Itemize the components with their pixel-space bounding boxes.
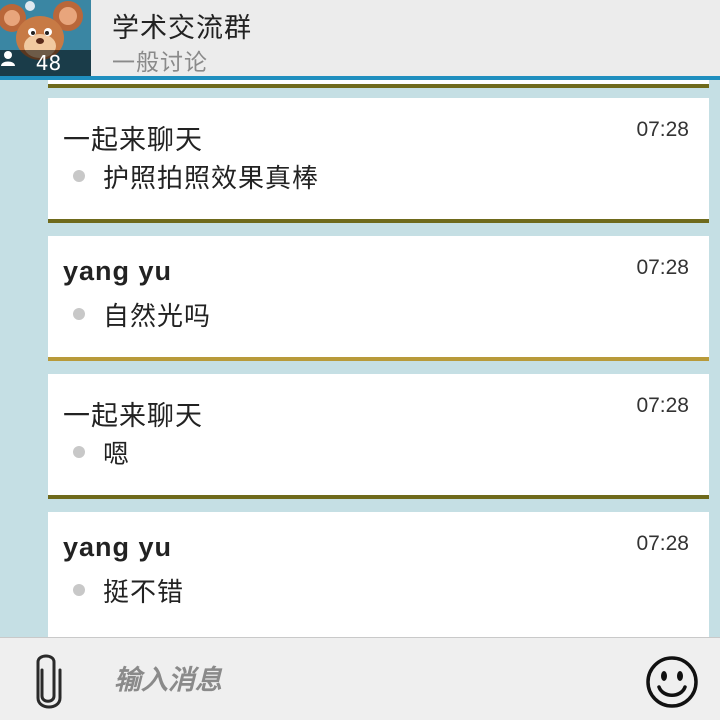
message-time: 07:28 <box>636 256 689 279</box>
group-avatar[interactable]: 48 <box>0 0 91 76</box>
message-card[interactable]: 一起来聊天 07:28 护照拍照效果真棒 <box>48 98 709 223</box>
message-time: 07:28 <box>636 532 689 555</box>
message-sender: yang yu <box>63 256 173 286</box>
member-count: 48 <box>35 51 62 75</box>
group-title[interactable]: 学术交流群 <box>112 6 252 45</box>
message-text: 护照拍照效果真棒 <box>103 164 320 194</box>
member-count-badge: 48 <box>0 50 91 76</box>
chat-header: 48 学术交流群 一般讨论 <box>0 0 720 76</box>
message-text: 嗯 <box>103 440 131 470</box>
previous-message-stub <box>48 80 709 88</box>
message-status-dot-icon <box>73 170 85 182</box>
smiley-icon <box>646 656 698 708</box>
message-sender: 一起来聊天 <box>63 125 203 156</box>
message-list[interactable]: 一起来聊天 07:28 护照拍照效果真棒 yang yu 07:28 自然光吗 … <box>48 80 709 637</box>
message-text: 挺不错 <box>103 578 185 608</box>
message-time: 07:28 <box>636 394 689 417</box>
message-sender: yang yu <box>63 532 173 562</box>
message-status-dot-icon <box>73 308 85 320</box>
message-time: 07:28 <box>636 118 689 141</box>
message-composer <box>0 637 720 720</box>
message-card[interactable]: 一起来聊天 07:28 嗯 <box>48 374 709 499</box>
message-text: 自然光吗 <box>103 302 212 332</box>
message-card[interactable]: yang yu 07:28 挺不错 <box>48 512 709 637</box>
message-sender: 一起来聊天 <box>63 401 203 432</box>
message-input[interactable] <box>100 652 620 708</box>
emoji-button[interactable] <box>644 654 700 710</box>
message-status-dot-icon <box>73 584 85 596</box>
attach-button[interactable] <box>28 650 72 712</box>
message-status-dot-icon <box>73 446 85 458</box>
paperclip-icon <box>36 654 62 709</box>
message-card[interactable]: yang yu 07:28 自然光吗 <box>48 236 709 361</box>
group-subtitle: 一般讨论 <box>112 50 208 76</box>
